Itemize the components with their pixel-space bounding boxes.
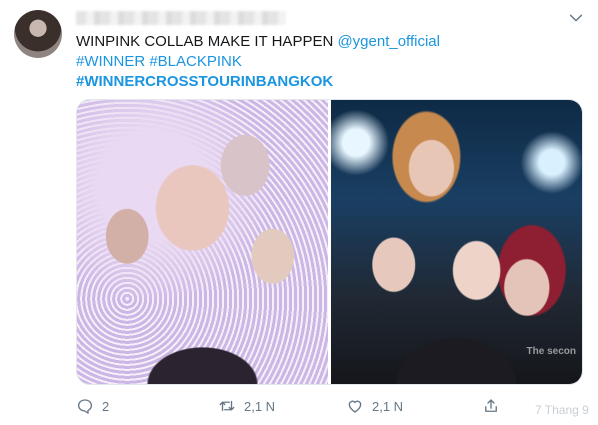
like-count: 2,1 N <box>372 398 404 414</box>
hashtag-line[interactable]: #WINNER #BLACKPINK <box>76 52 581 72</box>
mention-link[interactable]: @ygent_official <box>337 33 440 50</box>
blurred-author-name <box>76 11 286 25</box>
tweet-action-bar: 2 2,1 N 2,1 N <box>76 395 506 417</box>
tweet-line-1: WINPINK COLLAB MAKE IT HAPPEN @ygent_off… <box>76 32 581 52</box>
user-avatar[interactable] <box>14 10 62 58</box>
like-button[interactable]: 2,1 N <box>346 397 403 415</box>
tweet-body-text: WINPINK COLLAB MAKE IT HAPPEN <box>76 33 338 50</box>
media-photo-left[interactable] <box>77 100 328 384</box>
heart-icon <box>348 400 362 413</box>
retweet-count: 2,1 N <box>244 398 276 414</box>
retweet-button[interactable]: 2,1 N <box>218 397 275 415</box>
share-icon <box>485 399 497 412</box>
tweet-text: WINPINK COLLAB MAKE IT HAPPEN @ygent_off… <box>76 32 581 92</box>
tweet-author-header[interactable] <box>76 8 286 28</box>
chevron-down-icon[interactable] <box>568 10 584 26</box>
hashtag-bold[interactable]: #WINNERCROSSTOURINBANGKOK <box>76 72 581 92</box>
reply-button[interactable]: 2 <box>76 397 109 415</box>
retweet-icon <box>219 400 235 412</box>
comment-icon <box>77 399 93 414</box>
tweet-media-grid: The secon <box>76 99 583 385</box>
media-photo-right[interactable]: The secon <box>331 100 582 384</box>
reply-count: 2 <box>102 398 110 414</box>
faint-background-text: 7 Thang 9 <box>535 403 589 417</box>
share-button[interactable] <box>482 397 500 415</box>
faint-overlay-text: The secon <box>526 346 576 357</box>
